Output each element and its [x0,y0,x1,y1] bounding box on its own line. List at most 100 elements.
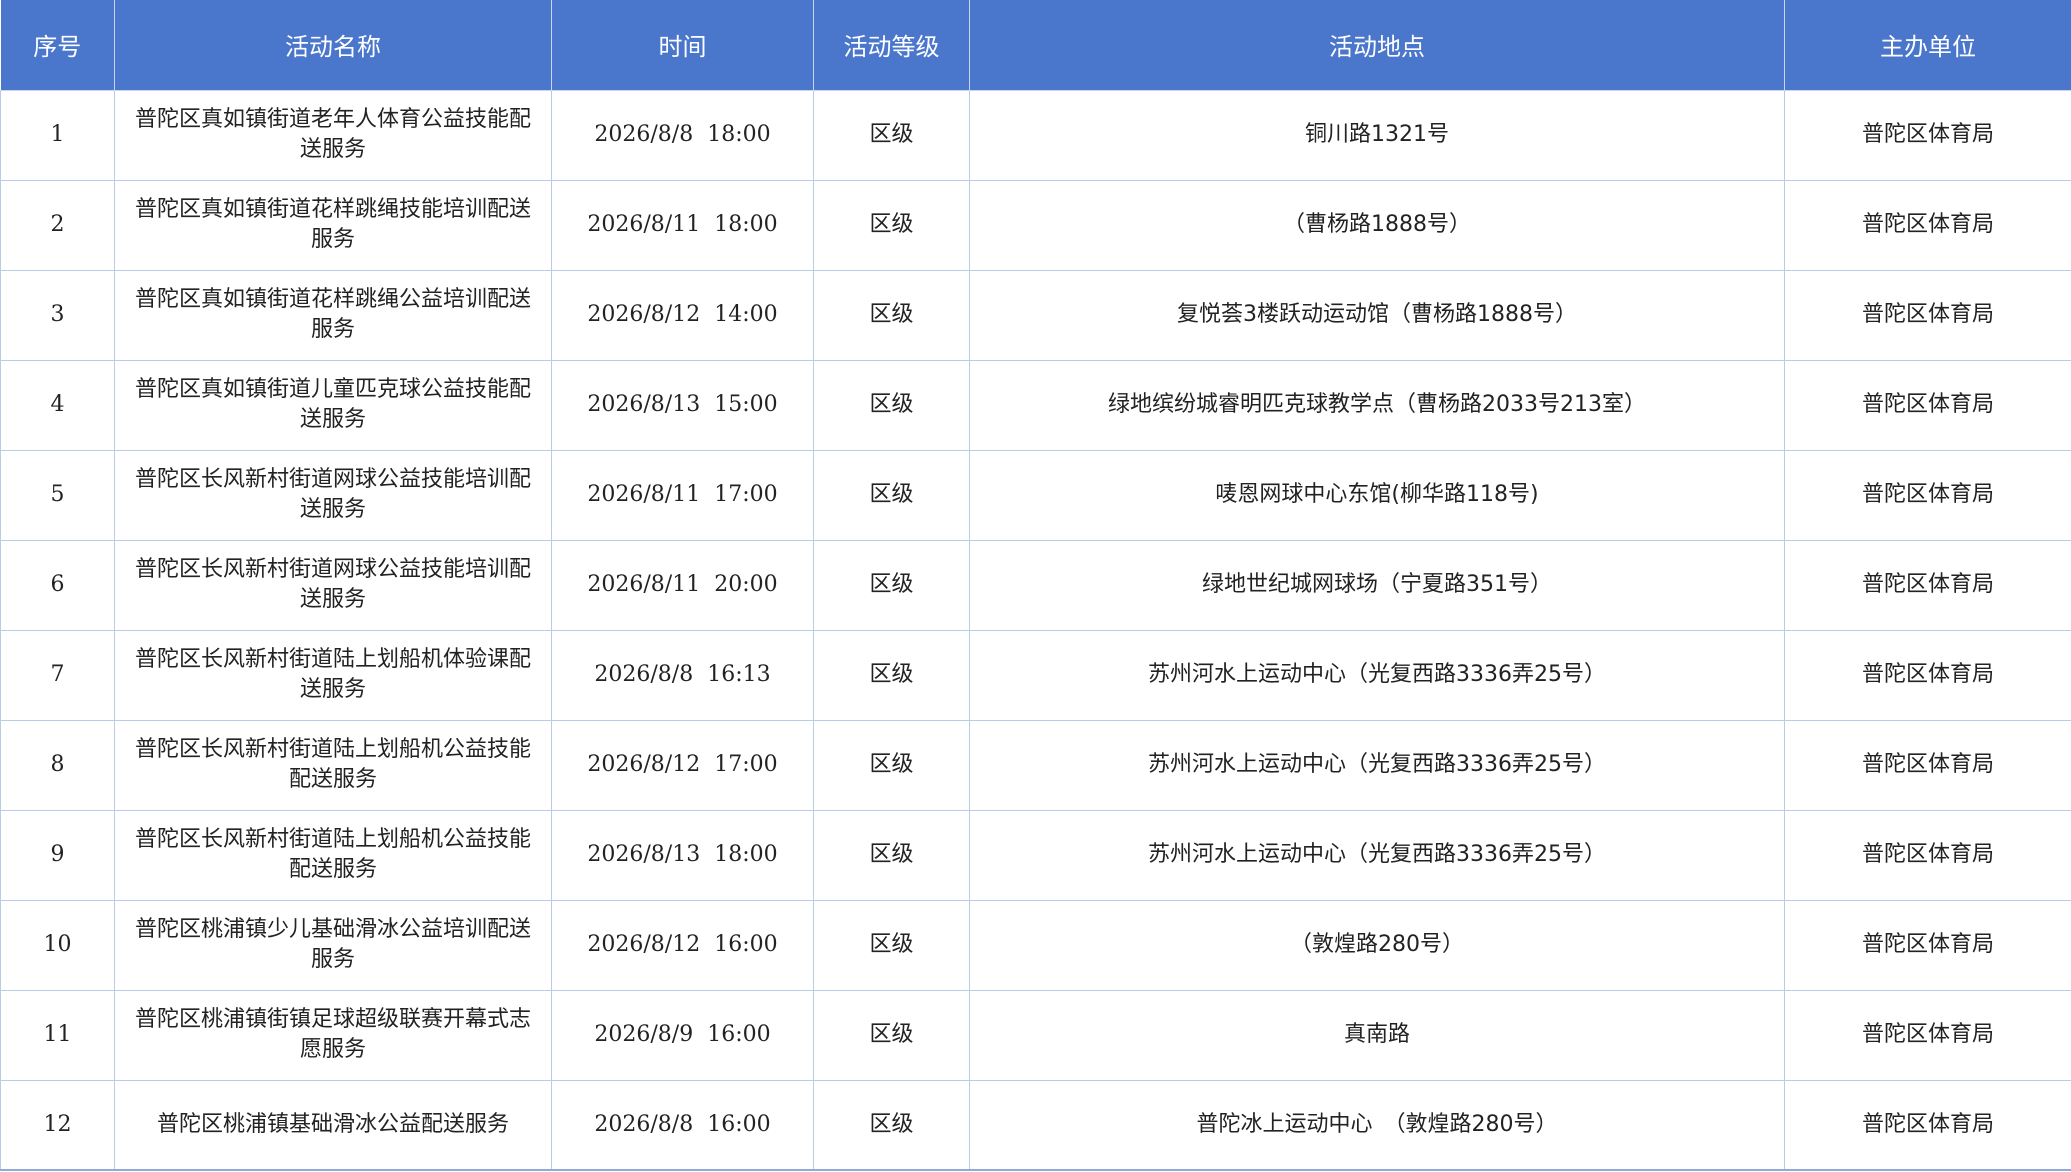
row-date: 2026/8/13 [587,392,701,417]
row-organizer: 普陀区体育局 [1784,990,2071,1081]
row-time: 2026/8/8 18:00 [551,90,814,181]
row-clock: 18:00 [714,842,778,867]
row-clock: 14:00 [714,302,778,327]
row-index: 1 [0,90,115,181]
table-row: 2 普陀区真如镇街道花样跳绳技能培训配送服务 2026/8/11 18:00 区级 （曹杨… [0,180,2071,271]
row-location: 普陀冰上运动中心 （敦煌路280号） [969,1080,1785,1171]
row-clock: 20:00 [714,572,778,597]
row-organizer: 普陀区体育局 [1784,900,2071,991]
row-activity-name: 普陀区长风新村街道网球公益技能培训配送服务 [114,540,552,631]
row-time: 2026/8/9 16:00 [551,990,814,1081]
row-time: 2026/8/12 16:00 [551,900,814,991]
row-organizer: 普陀区体育局 [1784,180,2071,271]
row-clock: 17:00 [714,752,778,777]
row-clock: 16:00 [707,1111,771,1137]
header-organizer: 主办单位 [1784,0,2071,91]
row-level: 区级 [813,810,970,901]
table-row: 1 普陀区真如镇街道老年人体育公益技能配送服务 2026/8/8 18:00 区级 铜川路… [0,90,2071,181]
row-activity-name: 普陀区真如镇街道老年人体育公益技能配送服务 [114,90,552,181]
header-index: 序号 [0,0,115,91]
row-index: 8 [0,720,115,811]
table-row: 10 普陀区桃浦镇少儿基础滑冰公益培训配送服务 2026/8/12 16:00 区级 （敦… [0,900,2071,991]
header-name: 活动名称 [114,0,552,91]
row-organizer: 普陀区体育局 [1784,1080,2071,1171]
table-body: 1 普陀区真如镇街道老年人体育公益技能配送服务 2026/8/8 18:00 区级 铜川路… [0,90,2071,1171]
row-activity-name: 普陀区真如镇街道儿童匹克球公益技能配送服务 [114,360,552,451]
row-level: 区级 [813,90,970,181]
row-level: 区级 [813,360,970,451]
row-organizer: 普陀区体育局 [1784,540,2071,631]
row-date: 2026/8/8 [594,122,694,147]
row-time: 2026/8/8 16:00 [551,1080,814,1171]
row-time: 2026/8/11 17:00 [551,450,814,541]
row-index: 4 [0,360,115,451]
row-level: 区级 [813,180,970,271]
row-activity-name: 普陀区真如镇街道花样跳绳公益培训配送服务 [114,270,552,361]
row-index: 7 [0,630,115,721]
table-header: 序号 活动名称 时间 活动等级 活动地点 主办单位 [0,0,2071,91]
row-organizer: 普陀区体育局 [1784,360,2071,451]
row-level: 区级 [813,900,970,991]
row-time: 2026/8/12 17:00 [551,720,814,811]
row-organizer: 普陀区体育局 [1784,810,2071,901]
table-row: 12 普陀区桃浦镇基础滑冰公益配送服务 2026/8/8 16:00 区级 普陀冰上运动中… [0,1080,2071,1171]
row-index: 10 [0,900,115,991]
row-clock: 17:00 [714,482,778,507]
row-clock: 18:00 [707,122,771,147]
row-organizer: 普陀区体育局 [1784,270,2071,361]
row-date: 2026/8/11 [587,482,701,507]
row-location: （敦煌路280号） [969,900,1785,991]
row-activity-name: 普陀区桃浦镇基础滑冰公益配送服务 [114,1080,552,1171]
table-row: 8 普陀区长风新村街道陆上划船机公益技能配送服务 2026/8/12 17:00 区级苏… [0,720,2071,811]
row-location: 绿地缤纷城睿明匹克球教学点（曹杨路2033号213室） [969,360,1785,451]
row-clock: 16:00 [714,932,778,957]
row-level: 区级 [813,540,970,631]
activity-sheet: 序号 活动名称 时间 活动等级 活动地点 主办单位 1 普陀区真如镇街道老年人体育… [0,0,2071,1172]
row-activity-name: 普陀区真如镇街道花样跳绳技能培训配送服务 [114,180,552,271]
row-time: 2026/8/13 15:00 [551,360,814,451]
row-date: 2026/8/11 [587,572,701,597]
row-clock: 16:13 [707,662,771,687]
row-date: 2026/8/9 [594,1022,694,1047]
row-time: 2026/8/11 20:00 [551,540,814,631]
row-activity-name: 普陀区长风新村街道陆上划船机公益技能配送服务 [114,810,552,901]
row-time: 2026/8/12 14:00 [551,270,814,361]
header-time: 时间 [551,0,814,91]
row-location: 铜川路1321号 [969,90,1785,181]
row-level: 区级 [813,450,970,541]
row-date: 2026/8/8 [594,662,694,687]
table-row: 6 普陀区长风新村街道网球公益技能培训配送服务 2026/8/11 20:00 区级 绿地… [0,540,2071,631]
table-row: 3 普陀区真如镇街道花样跳绳公益培训配送服务 2026/8/12 14:00 区级 复悦荟… [0,270,2071,361]
row-location: 绿地世纪城网球场（宁夏路351号） [969,540,1785,631]
row-time: 2026/8/8 16:13 [551,630,814,721]
row-organizer: 普陀区体育局 [1784,720,2071,811]
table-row: 7 普陀区长风新村街道陆上划船机体验课配送服务 2026/8/8 16:13 区级 苏州河… [0,630,2071,721]
row-location: 苏州河水上运动中心（光复西路3336弄25号） [969,720,1785,811]
row-date: 2026/8/12 [587,302,701,327]
row-location: 唛恩网球中心东馆(柳华路118号) [969,450,1785,541]
row-index: 2 [0,180,115,271]
row-date: 2026/8/13 [587,842,701,867]
activity-table: 序号 活动名称 时间 活动等级 活动地点 主办单位 1 普陀区真如镇街道老年人体育… [0,0,2071,1171]
row-level: 区级 [813,720,970,811]
row-location: 真南路 [969,990,1785,1081]
row-level: 区级 [813,270,970,361]
table-row: 5 普陀区长风新村街道网球公益技能培训配送服务 2026/8/11 17:00 区级 唛恩… [0,450,2071,541]
row-organizer: 普陀区体育局 [1784,90,2071,181]
row-clock: 16:00 [707,1022,771,1047]
row-activity-name: 普陀区长风新村街道网球公益技能培训配送服务 [114,450,552,541]
row-activity-name: 普陀区桃浦镇少儿基础滑冰公益培训配送服务 [114,900,552,991]
row-location: 复悦荟3楼跃动运动馆（曹杨路1888号） [969,270,1785,361]
row-index: 3 [0,270,115,361]
row-index: 5 [0,450,115,541]
row-index: 9 [0,810,115,901]
header-location: 活动地点 [969,0,1785,91]
row-organizer: 普陀区体育局 [1784,630,2071,721]
row-time: 2026/8/11 18:00 [551,180,814,271]
row-level: 区级 [813,1080,970,1171]
row-activity-name: 普陀区长风新村街道陆上划船机公益技能配送服务 [114,720,552,811]
row-time: 2026/8/13 18:00 [551,810,814,901]
row-date: 2026/8/12 [587,932,701,957]
row-level: 区级 [813,630,970,721]
row-clock: 15:00 [714,392,778,417]
